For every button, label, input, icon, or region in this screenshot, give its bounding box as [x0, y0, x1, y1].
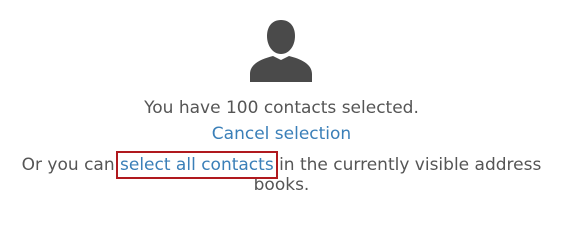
select-all-suffix: in the currently visible address books.	[253, 155, 542, 195]
cancel-selection-link[interactable]: Cancel selection	[212, 124, 351, 144]
cancel-selection-row: Cancel selection	[0, 122, 563, 146]
select-all-message: Or you can select all contacts in the cu…	[18, 151, 545, 195]
select-all-contacts-link[interactable]: select all contacts	[116, 151, 278, 179]
selection-summary: You have 100 contacts selected.	[144, 98, 419, 118]
contacts-selection-panel: You have 100 contacts selected. Cancel s…	[0, 0, 563, 216]
select-all-prefix: Or you can	[21, 155, 121, 175]
person-silhouette-icon	[247, 18, 315, 82]
